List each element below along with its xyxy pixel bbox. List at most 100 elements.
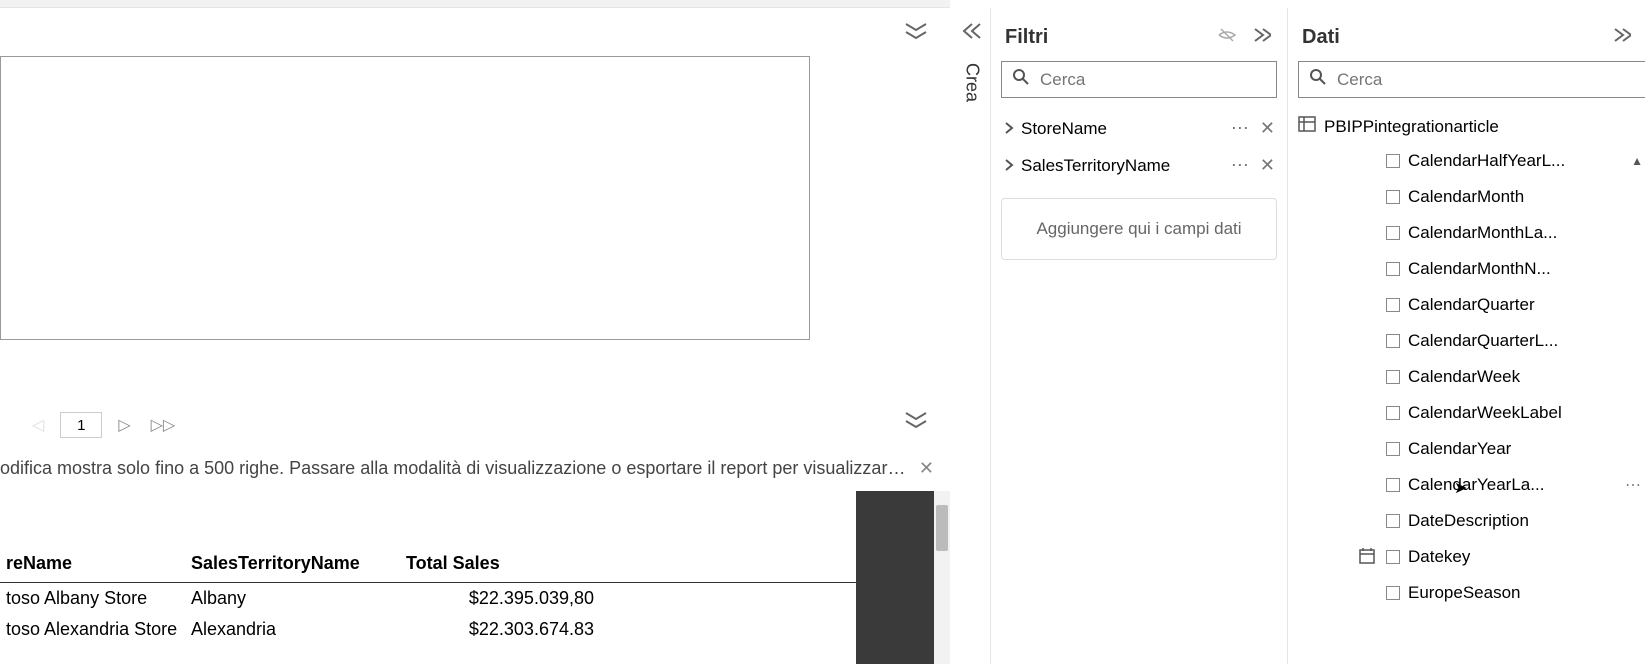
field-row[interactable]: CalendarHalfYearL... (1386, 143, 1645, 179)
cell: $22.303.674.83 (400, 616, 600, 643)
table-row: toso Alexandria Store Alexandria $22.303… (0, 614, 856, 645)
filter-drop-zone[interactable]: Aggiungere qui i campi dati (1001, 198, 1277, 260)
pager: ◁ ▷ ▷▷ (0, 405, 950, 445)
chevron-right-icon (1003, 156, 1015, 176)
checkbox[interactable] (1386, 190, 1400, 204)
field-row[interactable]: Datekey (1386, 539, 1645, 575)
field-label: CalendarYearLa... (1408, 475, 1544, 495)
checkbox[interactable] (1386, 154, 1400, 168)
checkbox[interactable] (1386, 586, 1400, 600)
field-label: CalendarWeekLabel (1408, 403, 1562, 423)
field-label: EuropeSeason (1408, 583, 1520, 603)
field-label: Datekey (1408, 547, 1470, 567)
report-canvas: oreName SalesTerritoryName Total Sales S… (0, 0, 950, 664)
filters-panel: Filtri StoreName ⋯ ✕ SalesTerritoryName … (990, 8, 1288, 664)
checkbox[interactable] (1386, 262, 1400, 276)
field-label: CalendarQuarter (1408, 295, 1535, 315)
visibility-off-icon[interactable] (1217, 27, 1237, 48)
filter-name: StoreName (1021, 119, 1231, 139)
field-row[interactable]: DateDescription (1386, 503, 1645, 539)
expand-panel-icon[interactable] (1251, 27, 1271, 48)
checkbox[interactable] (1386, 478, 1400, 492)
remove-filter-icon[interactable]: ✕ (1260, 118, 1275, 139)
field-label: CalendarYear (1408, 439, 1511, 459)
page-last-button[interactable]: ▷▷ (147, 411, 180, 439)
field-list: CalendarHalfYearL... CalendarMonth Calen… (1288, 143, 1645, 611)
checkbox[interactable] (1386, 442, 1400, 456)
dataset-name: PBIPPintegrationarticle (1324, 117, 1499, 137)
field-row[interactable]: EuropeSeason (1386, 575, 1645, 611)
info-message: odifica mostra solo fino a 500 righe. Pa… (0, 458, 911, 479)
cell: toso Alexandria Store (0, 616, 185, 643)
filters-search[interactable] (1001, 61, 1277, 98)
field-row[interactable]: CalendarQuarter (1386, 287, 1645, 323)
filter-name: SalesTerritoryName (1021, 156, 1231, 176)
checkbox[interactable] (1386, 550, 1400, 564)
field-row[interactable]: CalendarWeek (1386, 359, 1645, 395)
dataset-row[interactable]: PBIPPintegrationarticle (1288, 110, 1645, 143)
field-row[interactable]: CalendarMonth (1386, 179, 1645, 215)
checkbox[interactable] (1386, 406, 1400, 420)
dataset-icon (1298, 116, 1316, 137)
collapse-canvas-icon[interactable] (904, 22, 928, 45)
field-row[interactable]: CalendarMonthLa... (1386, 215, 1645, 251)
preview-col-header: reName (0, 549, 185, 578)
page-number-input[interactable] (60, 412, 102, 438)
page-first-button[interactable]: ◁ (28, 411, 48, 439)
report-preview: reName SalesTerritoryName Total Sales to… (0, 491, 950, 664)
field-row[interactable]: CalendarYear (1386, 431, 1645, 467)
visual-boundary[interactable] (0, 56, 810, 340)
filters-title: Filtri (1005, 26, 1048, 49)
field-label: DateDescription (1408, 511, 1529, 531)
cell: Albany (185, 585, 400, 612)
filter-item[interactable]: SalesTerritoryName ⋯ ✕ (991, 147, 1287, 184)
more-icon[interactable]: ⋯ (1625, 475, 1641, 495)
filter-item[interactable]: StoreName ⋯ ✕ (991, 110, 1287, 147)
more-icon[interactable]: ⋯ (1231, 155, 1250, 176)
mouse-cursor-icon: ➤ (1454, 478, 1467, 498)
data-title: Dati (1302, 26, 1340, 49)
calendar-icon (1358, 547, 1376, 570)
checkbox[interactable] (1386, 298, 1400, 312)
vertical-scrollbar[interactable] (934, 491, 950, 664)
info-bar: odifica mostra solo fino a 500 righe. Pa… (0, 452, 950, 484)
field-row[interactable]: CalendarMonthN... (1386, 251, 1645, 287)
scrollbar-thumb[interactable] (936, 505, 948, 551)
table-row: toso Albany Store Albany $22.395.039,80 (0, 583, 856, 614)
checkbox[interactable] (1386, 226, 1400, 240)
data-panel: Dati PBIPPintegrationarticle ▲ CalendarH… (1288, 8, 1645, 664)
cell: Alexandria (185, 616, 400, 643)
data-search-input[interactable] (1337, 70, 1635, 90)
cell: $22.395.039,80 (400, 585, 600, 612)
page-next-button[interactable]: ▷ (114, 411, 134, 439)
close-icon[interactable]: ✕ (911, 458, 942, 479)
filters-search-input[interactable] (1040, 70, 1266, 90)
field-label: CalendarWeek (1408, 367, 1520, 387)
collapse-preview-icon[interactable] (904, 411, 928, 434)
report-preview-inner[interactable]: reName SalesTerritoryName Total Sales to… (0, 491, 856, 664)
field-label: CalendarQuarterL... (1408, 331, 1558, 351)
field-row[interactable]: CalendarWeekLabel (1386, 395, 1645, 431)
field-label: CalendarHalfYearL... (1408, 151, 1565, 171)
field-label: CalendarMonth (1408, 187, 1524, 207)
preview-col-header: SalesTerritoryName (185, 549, 400, 578)
chevron-right-icon (1003, 119, 1015, 139)
cell: toso Albany Store (0, 585, 185, 612)
crea-label: Crea (962, 63, 983, 102)
search-icon (1309, 68, 1327, 91)
top-ribbon-edge (0, 0, 950, 8)
crea-tab[interactable]: Crea (958, 48, 986, 118)
checkbox[interactable] (1386, 334, 1400, 348)
expand-panel-icon[interactable] (1611, 27, 1631, 48)
preview-col-header: Total Sales (400, 549, 600, 578)
field-label: CalendarMonthLa... (1408, 223, 1557, 243)
crea-collapse-icon[interactable] (958, 22, 982, 45)
field-row[interactable]: CalendarYearLa... ⋯ (1386, 467, 1645, 503)
search-icon (1012, 68, 1030, 91)
checkbox[interactable] (1386, 370, 1400, 384)
field-row[interactable]: CalendarQuarterL... (1386, 323, 1645, 359)
remove-filter-icon[interactable]: ✕ (1260, 155, 1275, 176)
data-search[interactable] (1298, 61, 1645, 98)
checkbox[interactable] (1386, 514, 1400, 528)
more-icon[interactable]: ⋯ (1231, 118, 1250, 139)
